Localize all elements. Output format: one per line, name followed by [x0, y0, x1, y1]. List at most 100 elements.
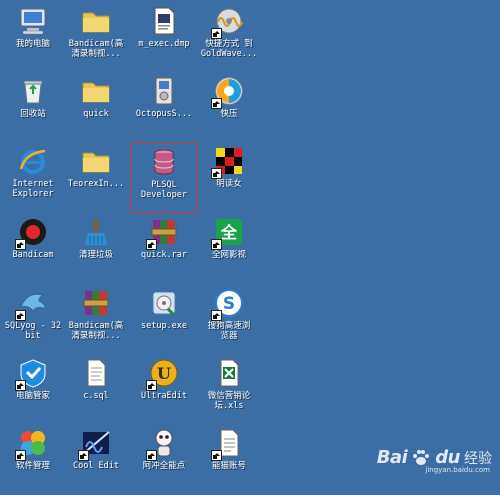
- shortcut-arrow-icon: [146, 239, 157, 250]
- folder-icon: [80, 75, 112, 107]
- desktop-icon[interactable]: 快捷方式 到 GoldWave...: [196, 3, 262, 73]
- desktop-icon-label: 电脑管家: [15, 391, 50, 401]
- desktop-icon[interactable]: c.sql: [63, 355, 129, 425]
- software-manager-icon: [15, 427, 49, 461]
- robot-app-icon: [146, 427, 180, 461]
- desktop-icon-label: Bandicam(高 清录制视...: [68, 39, 124, 59]
- cleanup-icon: [80, 216, 112, 248]
- ultraedit-icon: U: [146, 357, 180, 391]
- shortcut-arrow-icon: [15, 239, 26, 250]
- desktop-icon-label: SQLyog - 32 bit: [4, 321, 62, 341]
- desktop-icon-label: 明读女: [216, 179, 242, 189]
- folder-icon: [80, 5, 112, 37]
- paw-logo-icon: [413, 449, 430, 465]
- shortcut-arrow-icon: [78, 450, 89, 461]
- desktop-icon-label: Internet Explorer: [12, 179, 54, 199]
- desktop-icon[interactable]: 快压: [196, 73, 262, 143]
- desktop-icon-label: m_exec.dmp: [138, 39, 190, 49]
- desktop-icon[interactable]: SQLyog - 32 bit: [0, 285, 66, 355]
- desktop-icon[interactable]: S 搜狗高速浏 览器: [196, 285, 262, 355]
- desktop-icon-label: 快捷方式 到 GoldWave...: [200, 39, 258, 59]
- desktop-icon-label: 阿冲全能点: [142, 461, 186, 471]
- shortcut-arrow-icon: [146, 380, 157, 391]
- shortcut-arrow-icon: [211, 98, 222, 109]
- desktop-icon-label: 软件管理: [15, 461, 50, 471]
- desktop-icon[interactable]: 微信营销论 坛.xls: [196, 355, 262, 425]
- desktop-icon-label: 微信营销论 坛.xls: [207, 391, 251, 411]
- desktop-icon[interactable]: 我的电脑: [0, 3, 66, 73]
- rar-archive-icon: [146, 216, 180, 250]
- rar-archive-icon: [80, 287, 112, 319]
- desktop-icon[interactable]: Cool Edit: [63, 425, 129, 495]
- document-icon: [148, 5, 180, 37]
- desktop-icon-label: 回收站: [20, 109, 46, 119]
- desktop-icon[interactable]: U UltraEdit: [131, 355, 197, 425]
- desktop-icon-label: 能猫账号: [211, 461, 246, 471]
- desktop-icon[interactable]: setup.exe: [131, 285, 197, 355]
- shortcut-arrow-icon: [211, 450, 222, 461]
- cool-edit-icon: [78, 427, 112, 461]
- desktop-icon[interactable]: 软件管理: [0, 425, 66, 495]
- desktop-icon[interactable]: 清理垃圾: [63, 214, 129, 284]
- shortcut-arrow-icon: [15, 450, 26, 461]
- plsql-developer-icon: [148, 146, 180, 178]
- pc-manager-icon: [15, 357, 49, 391]
- shortcut-arrow-icon: [146, 450, 157, 461]
- my-computer-icon: [17, 5, 49, 37]
- desktop-icon-label: Cool Edit: [72, 461, 120, 471]
- checkered-app-icon: [211, 145, 245, 179]
- desktop-icon[interactable]: 能猫账号: [196, 425, 262, 495]
- shortcut-arrow-icon: [211, 168, 222, 179]
- desktop-icon-label: 我的电脑: [15, 39, 50, 49]
- watermark-brand-tail: du: [435, 447, 460, 468]
- desktop-icon[interactable]: 明读女: [196, 143, 262, 213]
- installer-icon: [148, 75, 180, 107]
- text-file-icon: [211, 427, 245, 461]
- bandicam-icon: [15, 216, 49, 250]
- desktop-icon-label: UltraEdit: [140, 391, 188, 401]
- sqlyog-icon: [15, 287, 49, 321]
- desktop-icon-label: 搜狗高速浏 览器: [207, 321, 251, 341]
- desktop-icon[interactable]: 回收站: [0, 73, 66, 143]
- desktop-icon[interactable]: OctopusS...: [131, 73, 197, 143]
- svg-text:S: S: [223, 294, 235, 314]
- desktop-icon[interactable]: PLSQL Developer: [131, 143, 197, 213]
- desktop-icon[interactable]: Bandicam(高 清录制视...: [63, 285, 129, 355]
- shortcut-arrow-icon: [211, 239, 222, 250]
- desktop: 我的电脑 Bandicam(高 清录制视... m_exec.dmp 快捷方式 到 G…: [0, 0, 500, 474]
- desktop-icon-label: 快压: [220, 109, 238, 119]
- desktop-icon[interactable]: Bandicam(高 清录制视...: [63, 3, 129, 73]
- recycle-bin-icon: [17, 75, 49, 107]
- desktop-icon-label: Bandicam(高 清录制视...: [68, 321, 124, 341]
- desktop-icon[interactable]: quick: [63, 73, 129, 143]
- desktop-icon-label: PLSQL Developer: [140, 180, 188, 200]
- desktop-icon-label: quick.rar: [140, 250, 188, 260]
- kuaiya-icon: [211, 75, 245, 109]
- sogou-browser-icon: S: [211, 287, 245, 321]
- desktop-icon[interactable]: Bandicam: [0, 214, 66, 284]
- excel-file-icon: [213, 357, 245, 389]
- desktop-icon[interactable]: 阿冲全能点: [131, 425, 197, 495]
- shortcut-arrow-icon: [211, 28, 222, 39]
- desktop-icon[interactable]: 电脑管家: [0, 355, 66, 425]
- desktop-icon-label: OctopusS...: [135, 109, 193, 119]
- shortcut-arrow-icon: [211, 310, 222, 321]
- internet-explorer-icon: [17, 145, 49, 177]
- sql-file-icon: [80, 357, 112, 389]
- shortcut-arrow-icon: [15, 380, 26, 391]
- desktop-icon-label: setup.exe: [140, 321, 188, 331]
- desktop-icon-label: c.sql: [83, 391, 109, 401]
- desktop-icon[interactable]: m_exec.dmp: [131, 3, 197, 73]
- desktop-icon-label: 全网影视: [211, 250, 246, 260]
- video-app-icon: 全: [211, 216, 245, 250]
- desktop-icon[interactable]: 全全网影视: [196, 214, 262, 284]
- desktop-icon[interactable]: Internet Explorer: [0, 143, 66, 213]
- desktop-icon[interactable]: quick.rar: [131, 214, 197, 284]
- goldwave-icon: [211, 5, 245, 39]
- watermark-suffix: 经验: [464, 450, 492, 467]
- desktop-icon-label: Bandicam: [12, 250, 54, 260]
- desktop-icon[interactable]: TeorexIn...: [63, 143, 129, 213]
- svg-text:U: U: [157, 364, 171, 383]
- shortcut-arrow-icon: [15, 310, 26, 321]
- desktop-icon-label: 清理垃圾: [78, 250, 113, 260]
